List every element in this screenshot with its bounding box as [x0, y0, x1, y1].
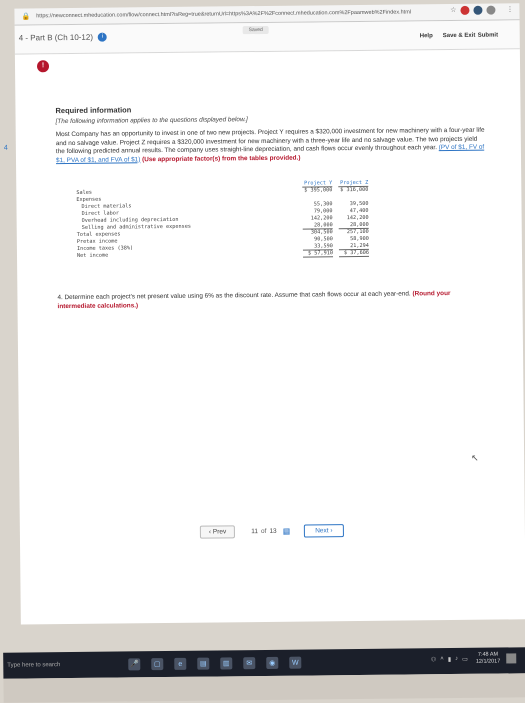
table-row-label: Direct labor [82, 210, 120, 216]
store-icon[interactable]: ▥ [220, 657, 232, 669]
next-button[interactable]: Next › [304, 524, 343, 537]
system-tray: ⚇ ˄ ▮ ♪ ▭ 7:48 AM 12/1/2017 [427, 651, 517, 666]
extension-icons: ☆ ⋮ [443, 5, 513, 15]
monitor-bezel [3, 673, 525, 702]
project-y-value: $ 57,910 [303, 250, 333, 257]
saved-status: Saved [243, 26, 269, 34]
task-view-icon[interactable]: ▢ [151, 658, 163, 670]
grid-icon[interactable]: ▦ [283, 526, 291, 535]
table-row-label: Selling and administrative expenses [82, 224, 191, 231]
extension-icon[interactable] [473, 6, 482, 15]
project-z-value: 58,900 [339, 236, 369, 242]
clock-date: 12/1/2017 [476, 659, 501, 666]
extension-icon[interactable] [460, 6, 469, 15]
taskbar-search[interactable]: Type here to search [7, 662, 117, 669]
table-row-label: Overhead including depreciation [82, 217, 179, 224]
problem-text: Most Company has an opportunity to inves… [56, 127, 486, 166]
required-info-title: Required information [55, 102, 485, 116]
people-icon[interactable]: ⚇ [431, 656, 436, 663]
table-row-label: Expenses [76, 197, 101, 203]
income-table: Project YProject ZSales$ 395,000$ 316,00… [76, 179, 407, 259]
extension-icon[interactable] [486, 6, 495, 15]
url-text[interactable]: https://newconnect.mheducation.com/flow/… [36, 9, 476, 20]
project-y-value: $ 395,000 [302, 187, 332, 193]
project-y-value: 304,500 [303, 229, 333, 235]
notification-icon[interactable] [506, 653, 516, 663]
prev-label: Prev [213, 528, 226, 535]
submit-link[interactable]: Submit [478, 33, 498, 39]
prev-button[interactable]: ‹ Prev [200, 525, 235, 538]
cursor-icon: ↖ [471, 453, 479, 464]
mail-icon[interactable]: ✉ [243, 657, 255, 669]
chevron-up-icon[interactable]: ˄ [440, 656, 444, 662]
network-icon[interactable]: ▮ [448, 656, 451, 663]
lock-icon: 🔒 [21, 12, 30, 20]
question-content: Required information [The following info… [55, 102, 487, 311]
edge-icon[interactable]: e [174, 658, 186, 670]
battery-icon[interactable]: ▭ [462, 655, 468, 662]
menu-icon[interactable]: ⋮ [506, 5, 513, 14]
project-z-value: 257,100 [339, 229, 369, 235]
question-4: 4. Determine each project's net present … [57, 290, 487, 312]
project-y-value: 90,500 [303, 236, 333, 242]
question-page: ! 4 Required information [The following … [15, 49, 525, 624]
part-label: 4 - Part B (Ch 10-12) i [19, 33, 108, 43]
info-icon[interactable]: i [98, 33, 107, 42]
question-4-text: 4. Determine each project's net present … [57, 290, 410, 301]
file-explorer-icon[interactable]: ▤ [197, 658, 209, 670]
total-pages: 13 [269, 527, 276, 534]
part-label-text: 4 - Part B (Ch 10-12) [19, 33, 93, 43]
project-y-value: 79,000 [303, 208, 333, 214]
project-z-value: 47,400 [339, 208, 369, 214]
question-navigation: ‹ Prev 11 of 13 ▦ Next › [200, 523, 344, 539]
alert-badge: ! [37, 60, 49, 72]
mic-icon[interactable]: 🎤 [128, 658, 140, 670]
table-row-label: Total expenses [77, 231, 121, 237]
project-y-value: 55,300 [302, 201, 332, 207]
save-exit-link[interactable]: Save & Exit [443, 33, 476, 39]
table-row-label: Income taxes (38%) [77, 245, 133, 252]
table-row-label: Pretax income [77, 239, 118, 245]
table-row-label: Sales [76, 190, 92, 196]
project-z-value: $ 37,606 [339, 250, 369, 257]
volume-icon[interactable]: ♪ [455, 656, 458, 662]
project-z-value: $ 316,000 [338, 187, 368, 193]
next-label: Next [315, 527, 328, 534]
page-of-label: of [261, 527, 266, 534]
table-row-label: Direct materials [81, 203, 131, 210]
word-icon[interactable]: W [289, 657, 301, 669]
project-z-value: 142,200 [339, 215, 369, 221]
question-number[interactable]: 4 [4, 145, 8, 152]
screen: 🔒 https://newconnect.mheducation.com/flo… [0, 0, 525, 703]
chevron-right-icon: › [329, 527, 333, 534]
table-note: (Use appropriate factor(s) from the tabl… [142, 154, 300, 163]
table-row-label: Net income [77, 253, 108, 259]
current-page: 11 [251, 528, 258, 535]
project-z-value: 39,500 [338, 201, 368, 207]
help-link[interactable]: Help [420, 33, 433, 39]
problem-main: Most Company has an opportunity to inves… [56, 127, 485, 155]
chrome-icon[interactable]: ◉ [266, 657, 278, 669]
required-info-subtitle: [The following information applies to th… [56, 114, 486, 126]
clock[interactable]: 7:48 AM 12/1/2017 [476, 652, 501, 666]
project-y-value: 142,200 [303, 215, 333, 221]
star-icon[interactable]: ☆ [450, 6, 456, 15]
